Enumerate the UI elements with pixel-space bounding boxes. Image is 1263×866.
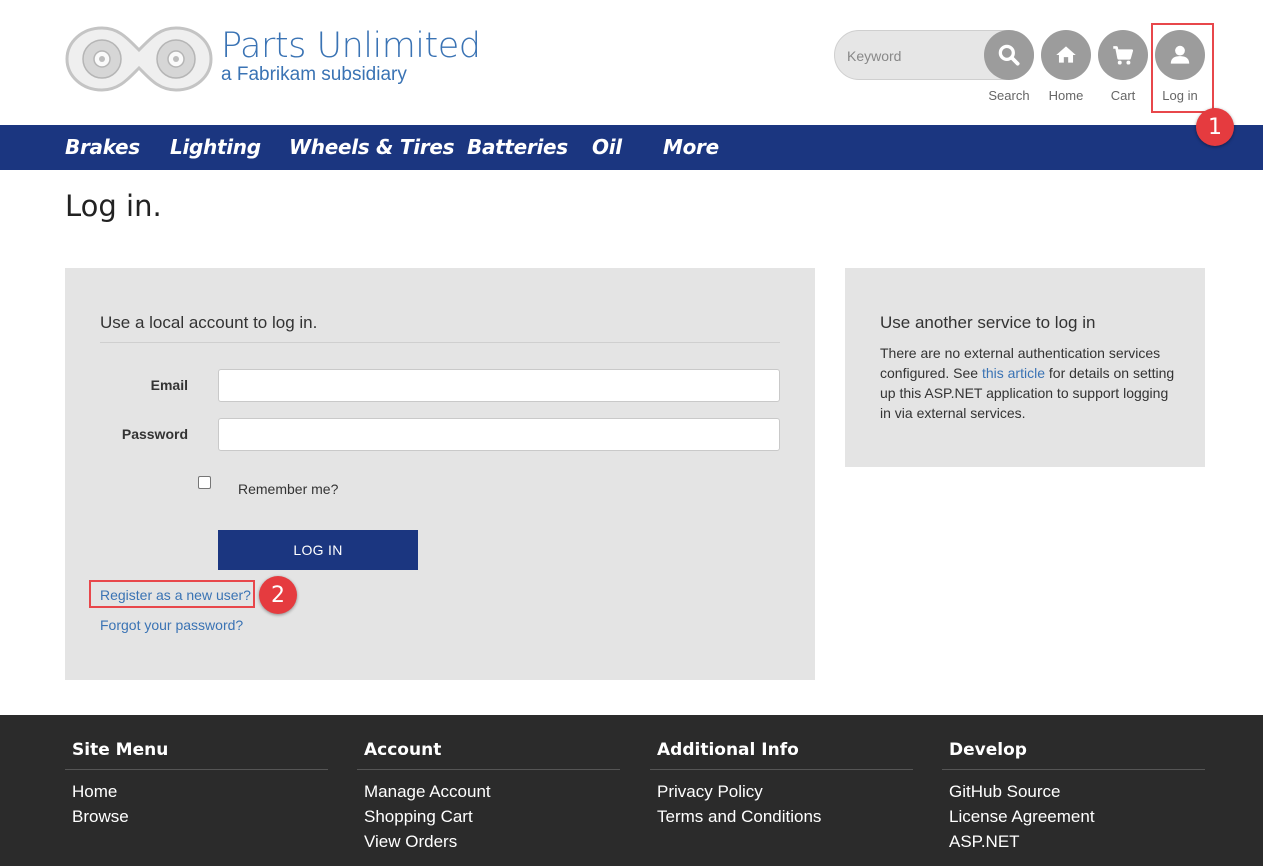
footer-divider [65, 769, 328, 770]
nav-item-more[interactable]: More [663, 134, 719, 160]
local-login-panel: Use a local account to log in. Email Pas… [65, 268, 815, 680]
parts-unlimited-logo[interactable] [64, 24, 214, 94]
footer-heading: Develop [949, 740, 1027, 760]
search-button[interactable] [984, 30, 1034, 80]
this-article-link[interactable]: this article [982, 365, 1045, 381]
callout-badge-1: 1 [1196, 108, 1234, 146]
footer-heading: Account [364, 740, 442, 760]
callout-badge-2: 2 [259, 576, 297, 614]
footer-divider [650, 769, 913, 770]
remember-me-checkbox[interactable] [198, 476, 211, 489]
page-title: Log in. [65, 189, 162, 223]
remember-me-label: Remember me? [238, 481, 339, 497]
external-login-heading: Use another service to log in [880, 313, 1096, 332]
footer-link-browse[interactable]: Browse [72, 807, 129, 827]
cart-icon [1113, 46, 1134, 65]
heading-divider [100, 342, 780, 343]
footer-link-aspnet[interactable]: ASP.NET [949, 832, 1020, 852]
password-label: Password [121, 426, 188, 442]
email-field[interactable] [218, 369, 780, 402]
footer-link-terms[interactable]: Terms and Conditions [657, 807, 821, 827]
brand-subtitle: a Fabrikam subsidiary [221, 64, 407, 85]
site-header: Parts Unlimited a Fabrikam subsidiary Se… [0, 0, 1263, 125]
search-input[interactable] [847, 45, 977, 67]
footer-link-github-source[interactable]: GitHub Source [949, 782, 1061, 802]
external-login-panel: Use another service to log in There are … [845, 268, 1205, 467]
search-icon [998, 44, 1020, 66]
password-field[interactable] [218, 418, 780, 451]
site-footer: Site Menu Home Browse Account Manage Acc… [0, 715, 1263, 866]
nav-item-brakes[interactable]: Brakes [65, 134, 140, 160]
footer-heading: Site Menu [72, 740, 169, 760]
footer-divider [357, 769, 620, 770]
footer-link-view-orders[interactable]: View Orders [364, 832, 457, 852]
footer-link-shopping-cart[interactable]: Shopping Cart [364, 807, 473, 827]
external-login-text: There are no external authentication ser… [880, 343, 1180, 423]
footer-heading: Additional Info [657, 740, 799, 760]
login-submit-button[interactable]: LOG IN [218, 530, 418, 570]
footer-link-manage-account[interactable]: Manage Account [364, 782, 491, 802]
home-icon [1056, 46, 1076, 63]
local-login-heading: Use a local account to log in. [100, 313, 318, 332]
footer-link-home[interactable]: Home [72, 782, 117, 802]
forgot-password-link[interactable]: Forgot your password? [100, 617, 243, 633]
footer-link-license[interactable]: License Agreement [949, 807, 1095, 827]
category-nav: Brakes Lighting Wheels & Tires Batteries… [0, 125, 1263, 170]
brand-title[interactable]: Parts Unlimited [221, 26, 481, 66]
home-button[interactable] [1041, 30, 1091, 80]
footer-divider [942, 769, 1205, 770]
nav-item-lighting[interactable]: Lighting [170, 134, 261, 160]
footer-link-privacy-policy[interactable]: Privacy Policy [657, 782, 763, 802]
nav-item-batteries[interactable]: Batteries [467, 134, 568, 160]
cart-button[interactable] [1098, 30, 1148, 80]
nav-item-oil[interactable]: Oil [592, 134, 622, 160]
callout-highlight-register [89, 580, 255, 608]
nav-item-wheels-tires[interactable]: Wheels & Tires [289, 134, 454, 160]
callout-highlight-login [1151, 23, 1214, 113]
email-label: Email [150, 377, 188, 393]
